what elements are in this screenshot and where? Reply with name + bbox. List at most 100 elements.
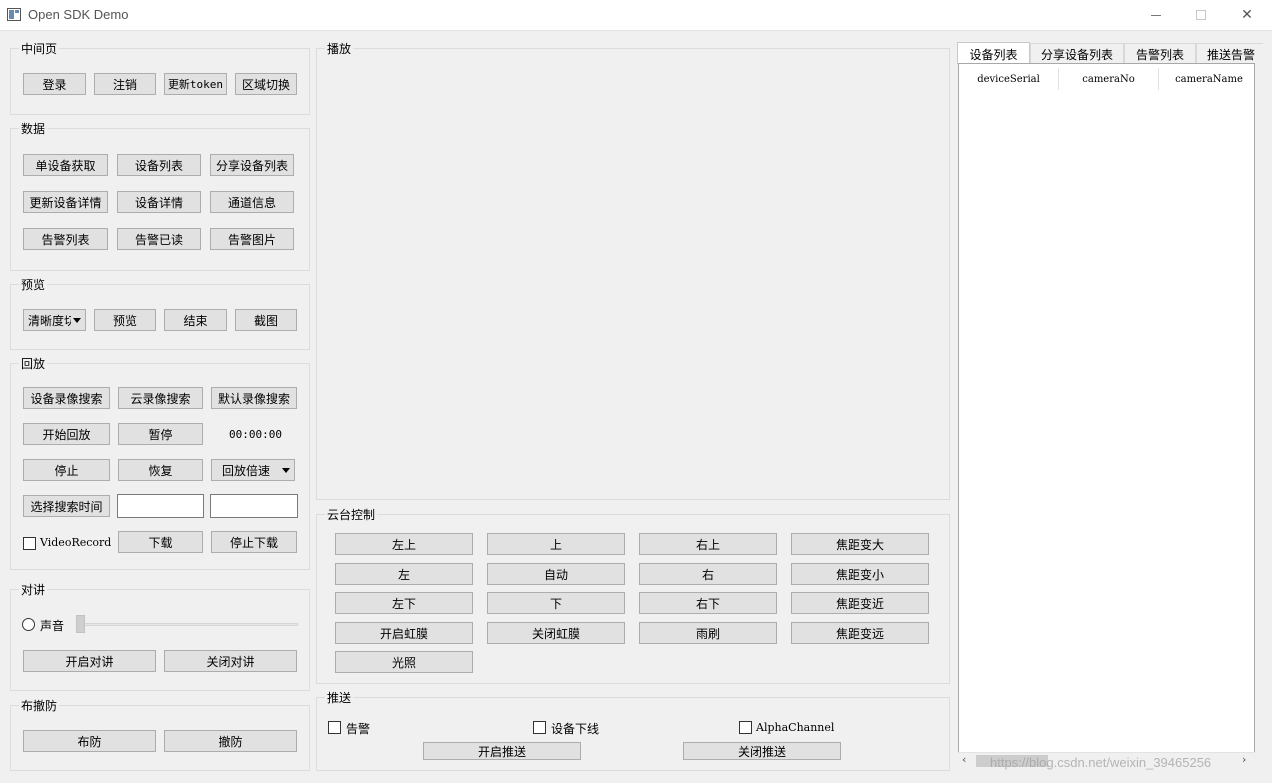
preview-button[interactable]: 预览: [94, 309, 156, 331]
video-player-area[interactable]: [316, 48, 950, 500]
minimize-button[interactable]: [1133, 0, 1179, 30]
scroll-right-icon[interactable]: ›: [1242, 753, 1246, 766]
device-table[interactable]: deviceSerial cameraNo cameraName: [958, 63, 1255, 768]
stop-preview-button[interactable]: 结束: [164, 309, 227, 331]
app-icon: [7, 8, 21, 21]
video-record-label: VideoRecord: [40, 536, 112, 549]
device-record-search-button[interactable]: 设备录像搜索: [23, 387, 110, 409]
ptz-zoom-in-button[interactable]: 焦距变大: [791, 533, 929, 555]
ptz-down-right-button[interactable]: 右下: [639, 592, 777, 614]
channel-info-button[interactable]: 通道信息: [210, 191, 294, 213]
playback-speed-value: 回放倍速: [222, 463, 271, 478]
tab-alarm-list[interactable]: 告警列表: [1124, 43, 1196, 64]
alarm-read-button[interactable]: 告警已读: [117, 228, 201, 250]
push-alarm-checkbox[interactable]: [328, 721, 341, 734]
playback-time: 00:00:00: [229, 428, 282, 441]
chevron-down-icon: [73, 318, 81, 323]
download-button[interactable]: 下载: [118, 531, 203, 553]
right-tab-bar: 设备列表 分享设备列表 告警列表 推送告警: [957, 42, 1263, 64]
push-device-offline-label: 设备下线: [551, 722, 600, 736]
capture-button[interactable]: 截图: [235, 309, 297, 331]
region-switch-button[interactable]: 区域切换: [235, 73, 297, 95]
start-playback-button[interactable]: 开始回放: [23, 423, 110, 445]
group-push: [316, 697, 950, 771]
volume-slider-handle[interactable]: [76, 615, 85, 633]
ptz-down-button[interactable]: 下: [487, 592, 625, 614]
chevron-down-icon: [282, 468, 290, 473]
stop-talk-button[interactable]: 关闭对讲: [164, 650, 297, 672]
ptz-auto-button[interactable]: 自动: [487, 563, 625, 585]
close-icon: ✕: [1241, 7, 1253, 23]
stop-download-button[interactable]: 停止下载: [211, 531, 297, 553]
tab-push-alarm[interactable]: 推送告警: [1196, 43, 1263, 64]
close-button[interactable]: ✕: [1224, 0, 1270, 30]
minimize-icon: [1151, 14, 1161, 16]
column-header-camera-no[interactable]: cameraNo: [1059, 68, 1159, 90]
tab-device-list[interactable]: 设备列表: [957, 42, 1030, 64]
stop-playback-button[interactable]: 停止: [23, 459, 110, 481]
ptz-up-right-button[interactable]: 右上: [639, 533, 777, 555]
update-token-button[interactable]: 更新token: [164, 73, 227, 95]
ptz-focus-far-button[interactable]: 焦距变远: [791, 622, 929, 644]
cloud-record-search-button[interactable]: 云录像搜索: [118, 387, 203, 409]
ptz-right-button[interactable]: 右: [639, 563, 777, 585]
start-time-input[interactable]: [117, 494, 204, 518]
pause-button[interactable]: 暂停: [118, 423, 203, 445]
default-record-search-button[interactable]: 默认录像搜索: [211, 387, 297, 409]
device-list-button[interactable]: 设备列表: [117, 154, 201, 176]
sound-radio[interactable]: [22, 618, 35, 631]
start-push-button[interactable]: 开启推送: [423, 742, 581, 760]
column-header-camera-name[interactable]: cameraName: [1159, 68, 1259, 90]
push-device-offline-checkbox[interactable]: [533, 721, 546, 734]
window-title: Open SDK Demo: [28, 7, 129, 22]
group-push-title: 推送: [325, 689, 354, 706]
clarity-select-value: 清晰度切换: [28, 313, 71, 328]
disarm-button[interactable]: 撤防: [164, 730, 297, 752]
group-play-title: 播放: [325, 40, 354, 57]
column-header-device-serial[interactable]: deviceSerial: [959, 68, 1059, 90]
video-record-checkbox[interactable]: [23, 537, 36, 550]
end-time-input[interactable]: [210, 494, 298, 518]
push-alpha-channel-checkbox[interactable]: [739, 721, 752, 734]
select-search-time-button[interactable]: 选择搜索时间: [23, 495, 110, 517]
sound-label: 声音: [40, 619, 65, 633]
ptz-left-button[interactable]: 左: [335, 563, 473, 585]
arm-button[interactable]: 布防: [23, 730, 156, 752]
share-device-list-button[interactable]: 分享设备列表: [210, 154, 294, 176]
group-preview-title: 预览: [19, 276, 48, 293]
ptz-light-button[interactable]: 光照: [335, 651, 473, 673]
scroll-left-icon[interactable]: ‹: [962, 753, 966, 766]
single-device-button[interactable]: 单设备获取: [23, 154, 108, 176]
update-device-detail-button[interactable]: 更新设备详情: [23, 191, 108, 213]
ptz-focus-near-button[interactable]: 焦距变近: [791, 592, 929, 614]
ptz-wiper-button[interactable]: 雨刷: [639, 622, 777, 644]
ptz-zoom-out-button[interactable]: 焦距变小: [791, 563, 929, 585]
ptz-open-iris-button[interactable]: 开启虹膜: [335, 622, 473, 644]
group-ptz-title: 云台控制: [325, 506, 378, 523]
ptz-up-button[interactable]: 上: [487, 533, 625, 555]
maximize-icon: [1196, 10, 1206, 20]
group-playback-title: 回放: [19, 355, 48, 372]
group-talk-title: 对讲: [19, 581, 48, 598]
stop-push-button[interactable]: 关闭推送: [683, 742, 841, 760]
alarm-picture-button[interactable]: 告警图片: [210, 228, 294, 250]
login-button[interactable]: 登录: [23, 73, 86, 95]
clarity-select[interactable]: 清晰度切换: [23, 309, 86, 331]
maximize-button[interactable]: [1178, 0, 1224, 30]
logout-button[interactable]: 注销: [94, 73, 156, 95]
ptz-down-left-button[interactable]: 左下: [335, 592, 473, 614]
resume-button[interactable]: 恢复: [118, 459, 203, 481]
group-defense-title: 布撤防: [19, 697, 60, 714]
group-data-title: 数据: [19, 120, 48, 137]
playback-speed-select[interactable]: 回放倍速: [211, 459, 295, 481]
ptz-up-left-button[interactable]: 左上: [335, 533, 473, 555]
volume-slider[interactable]: [76, 623, 298, 626]
tab-share-device-list[interactable]: 分享设备列表: [1030, 43, 1124, 64]
alarm-list-button[interactable]: 告警列表: [23, 228, 108, 250]
ptz-close-iris-button[interactable]: 关闭虹膜: [487, 622, 625, 644]
push-alpha-channel-label: AlphaChannel: [756, 721, 835, 734]
device-detail-button[interactable]: 设备详情: [117, 191, 201, 213]
start-talk-button[interactable]: 开启对讲: [23, 650, 156, 672]
push-alarm-label: 告警: [346, 722, 371, 736]
group-talk: [10, 589, 310, 691]
